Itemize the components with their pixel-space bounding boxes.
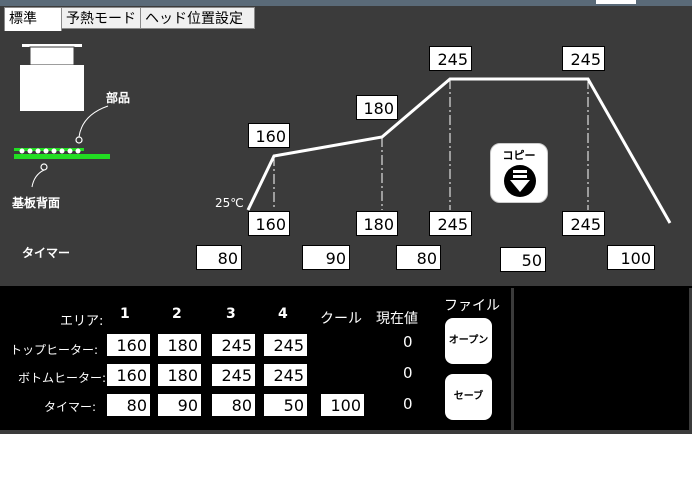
current-bottom-value: 0	[403, 364, 413, 382]
current-top-value: 0	[403, 333, 413, 351]
panel-divider	[511, 288, 514, 432]
top-heater-label: トップヒーター:	[10, 343, 99, 357]
top-temp-area-3[interactable]: 245	[429, 46, 472, 71]
area-number-1: 1	[120, 306, 130, 322]
file-header: ファイル	[444, 298, 500, 314]
circuit-board	[14, 154, 110, 159]
tab-head-position[interactable]: ヘッド位置設定	[140, 7, 255, 29]
board-marker	[40, 163, 48, 171]
area-number-2: 2	[172, 306, 182, 322]
open-file-button[interactable]: オープン	[445, 318, 492, 364]
head-block	[20, 65, 84, 111]
timer-setting-cool[interactable]: 100	[320, 393, 365, 417]
tab-standard[interactable]: 標準	[4, 7, 62, 31]
current-timer-value: 0	[403, 395, 413, 413]
timer-setting-area-3[interactable]: 80	[211, 393, 256, 417]
copy-down-arrow-icon	[504, 165, 536, 197]
timer-setting-area-2[interactable]: 90	[157, 393, 202, 417]
timer-setting-area-1[interactable]: 80	[106, 393, 151, 417]
board-leader	[31, 169, 45, 188]
board-top	[14, 148, 84, 151]
tab-preheat-mode[interactable]: 予熱モード	[61, 7, 141, 29]
current-value-header: 現在値	[376, 311, 418, 327]
timer-area-3[interactable]: 80	[396, 245, 441, 270]
area-number-4: 4	[278, 306, 288, 322]
part-marker	[75, 136, 83, 144]
bottom-heater-area-3[interactable]: 245	[211, 363, 256, 387]
start-temp-label: 25℃	[215, 196, 244, 210]
timer-setting-area-4[interactable]: 50	[263, 393, 308, 417]
bottom-heater-label: ボトムヒーター:	[18, 371, 107, 385]
top-temp-area-4[interactable]: 245	[562, 46, 605, 71]
bottom-heater-area-1[interactable]: 160	[106, 363, 151, 387]
timer-cool[interactable]: 100	[607, 245, 655, 270]
bottom-temp-area-3[interactable]: 245	[429, 211, 472, 236]
part-label: 部品	[106, 91, 131, 105]
area-label: エリア:	[60, 314, 104, 329]
bottom-heater-area-2[interactable]: 180	[157, 363, 202, 387]
bottom-temp-area-1[interactable]: 160	[248, 211, 290, 236]
bottom-temp-area-4[interactable]: 245	[562, 211, 605, 236]
timer-area-1[interactable]: 80	[196, 245, 242, 270]
top-heater-area-3[interactable]: 245	[211, 333, 256, 357]
temperature-profile-line	[246, 77, 672, 224]
area-number-3: 3	[226, 306, 236, 322]
bottom-temp-area-2[interactable]: 180	[356, 211, 398, 236]
copy-button[interactable]: コピー	[490, 143, 548, 203]
top-heater-area-2[interactable]: 180	[157, 333, 202, 357]
board-back-label: 基板背面	[12, 196, 61, 210]
cool-header: クール	[320, 311, 362, 327]
bottom-border	[0, 430, 692, 434]
head-top-block	[29, 46, 75, 66]
save-file-button[interactable]: セーブ	[445, 374, 492, 420]
timer-row-label: タイマー	[22, 246, 71, 260]
title-notch	[596, 0, 636, 4]
top-heater-area-1[interactable]: 160	[106, 333, 151, 357]
top-temp-area-1[interactable]: 160	[248, 123, 290, 148]
timer-label: タイマー:	[44, 400, 97, 414]
bottom-heater-area-4[interactable]: 245	[263, 363, 308, 387]
profile-graph: 部品 基板背面 25℃ タイマー 160 180 245 245 160 180…	[4, 30, 688, 284]
top-temp-area-2[interactable]: 180	[356, 95, 398, 120]
timer-area-4[interactable]: 50	[500, 247, 546, 272]
top-heater-area-4[interactable]: 245	[263, 333, 308, 357]
timer-area-2[interactable]: 90	[302, 245, 350, 270]
